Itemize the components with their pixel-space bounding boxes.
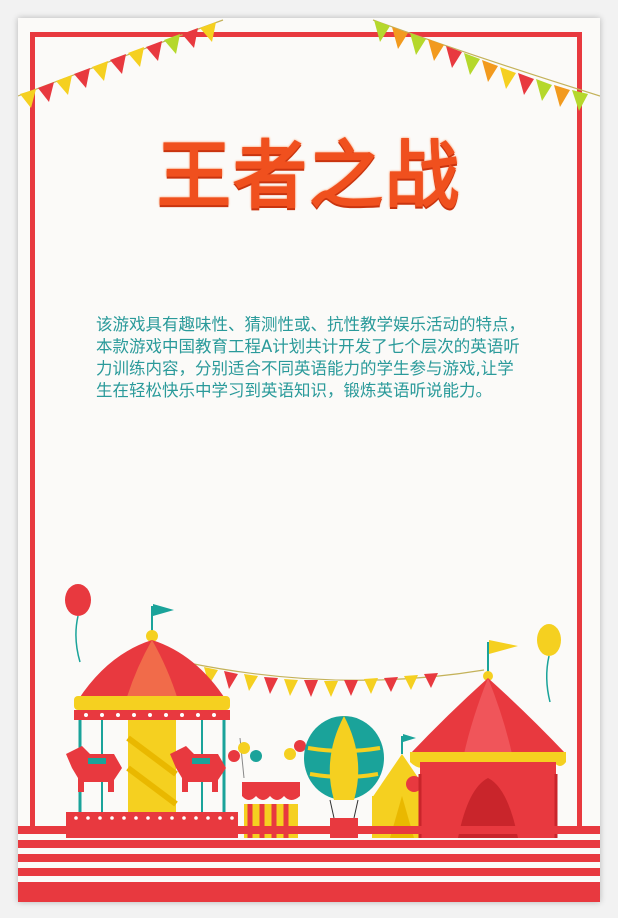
- poster-title: 王者之战: [157, 133, 461, 219]
- balloon-icon: [65, 584, 91, 663]
- carousel-icon: [66, 604, 238, 838]
- bunting-flags-icon: [18, 19, 600, 111]
- ground-stripes: [18, 826, 600, 902]
- balloon-icon: [537, 624, 561, 703]
- poster-description: 该游戏具有趣味性、猜测性或、抗性教学娱乐活动的特点，本款游戏中国教育工程A计划共…: [96, 315, 525, 400]
- circus-tent-icon: [410, 640, 566, 838]
- carnival-scene-icon: [65, 584, 566, 838]
- poster: 王者之战 该游戏具有趣味性、猜测性或、抗性教学娱乐活动的特点，本款游戏中国教育工…: [18, 18, 600, 902]
